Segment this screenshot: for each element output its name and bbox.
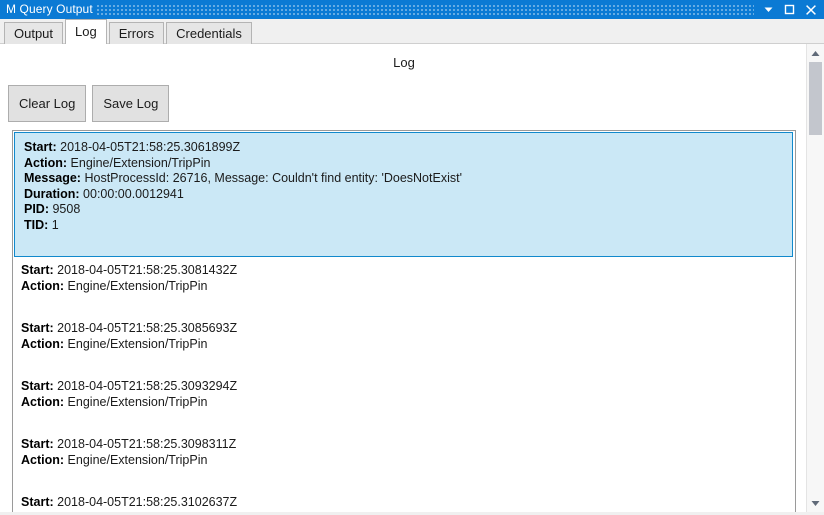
log-field-value: 00:00:00.0012941: [83, 186, 184, 201]
log-field-label: Action:: [21, 452, 65, 467]
log-field-value: Engine/Extension/TripPin: [67, 452, 208, 467]
log-field-start: Start: 2018-04-05T21:58:25.3098311Z: [21, 437, 787, 453]
log-field-tid: TID: 1: [24, 218, 784, 234]
tab-bar: Output Log Errors Credentials: [0, 19, 824, 44]
log-field-value: Engine/Extension/TripPin: [70, 155, 211, 170]
log-field-start: Start: 2018-04-05T21:58:25.3093294Z: [21, 379, 787, 395]
log-field-value: 1: [51, 217, 59, 232]
log-field-value: Engine/Extension/TripPin: [67, 336, 208, 351]
log-field-action: Action: Engine/Extension/TripPin: [21, 279, 787, 295]
clear-log-button[interactable]: Clear Log: [8, 85, 87, 122]
log-field-action: Action: Engine/Extension/TripPin: [21, 395, 787, 411]
m-query-output-window: M Query Output Output Log Errors Credent…: [0, 0, 824, 515]
log-field-value: Engine/Extension/TripPin: [67, 394, 208, 409]
scroll-down-icon[interactable]: [807, 494, 824, 512]
save-log-button[interactable]: Save Log: [92, 85, 170, 122]
log-field-value: 2018-04-05T21:58:25.3061899Z: [60, 140, 241, 154]
list-item[interactable]: Start: 2018-04-05T21:58:25.3098311Z Acti…: [13, 431, 795, 489]
entry-spacer: [21, 468, 787, 482]
log-field-action: Action: Engine/Extension/TripPin: [24, 156, 784, 172]
scroll-up-icon[interactable]: [807, 44, 824, 62]
log-field-start: Start: 2018-04-05T21:58:25.3102637Z: [21, 495, 787, 511]
list-item[interactable]: Start: 2018-04-05T21:58:25.3085693Z Acti…: [13, 315, 795, 373]
log-list-inner: Start: 2018-04-05T21:58:25.3061899Z Acti…: [13, 131, 795, 515]
log-field-label: TID:: [24, 217, 49, 232]
vertical-scrollbar[interactable]: [806, 44, 824, 515]
log-field-value: Engine/Extension/TripPin: [67, 278, 208, 293]
log-field-value: 2018-04-05T21:58:25.3081432Z: [57, 263, 238, 277]
log-field-start: Start: 2018-04-05T21:58:25.3061899Z: [24, 140, 784, 156]
log-field-label: Start:: [24, 140, 57, 154]
window-titlebar[interactable]: M Query Output: [0, 0, 824, 19]
entry-spacer: [21, 294, 787, 308]
log-field-value: HostProcessId: 26716, Message: Couldn't …: [84, 171, 462, 185]
tab-log[interactable]: Log: [65, 19, 107, 44]
maximize-icon[interactable]: [779, 0, 800, 19]
window-title: M Query Output: [6, 2, 93, 16]
log-field-pid: PID: 9508: [24, 202, 784, 218]
log-field-value: 2018-04-05T21:58:25.3085693Z: [57, 321, 238, 335]
log-field-duration: Duration: 00:00:00.0012941: [24, 187, 784, 203]
log-field-label: Start:: [21, 495, 54, 509]
log-field-label: Action:: [21, 336, 65, 351]
entry-spacer: [24, 233, 784, 247]
log-field-label: PID:: [24, 202, 49, 216]
log-field-label: Duration:: [24, 186, 80, 201]
log-field-label: Start:: [21, 321, 54, 335]
page-title: Log: [393, 55, 415, 70]
log-field-label: Start:: [21, 437, 54, 451]
log-panel: Log Clear Log Save Log Start: 2018-04-05…: [0, 44, 824, 515]
titlebar-button-group: [758, 0, 821, 19]
tab-errors[interactable]: Errors: [108, 22, 165, 44]
log-field-label: Action:: [21, 278, 65, 293]
list-item[interactable]: Start: 2018-04-05T21:58:25.3061899Z Acti…: [14, 132, 793, 257]
log-field-action: Action: Engine/Extension/TripPin: [21, 453, 787, 469]
log-field-label: Start:: [21, 379, 54, 393]
entry-spacer: [21, 352, 787, 366]
list-item[interactable]: Start: 2018-04-05T21:58:25.3081432Z Acti…: [13, 257, 795, 315]
list-item[interactable]: Start: 2018-04-05T21:58:25.3093294Z Acti…: [13, 373, 795, 431]
log-field-label: Action:: [24, 155, 68, 170]
log-field-label: Start:: [21, 263, 54, 277]
chevron-down-icon[interactable]: [758, 0, 779, 19]
entry-spacer: [21, 410, 787, 424]
scrollbar-thumb[interactable]: [809, 62, 822, 135]
close-icon[interactable]: [800, 0, 821, 19]
log-toolbar: Clear Log Save Log: [8, 85, 170, 122]
log-field-value: 2018-04-05T21:58:25.3098311Z: [57, 437, 237, 451]
log-field-message: Message: HostProcessId: 26716, Message: …: [24, 171, 784, 187]
titlebar-grip: [96, 4, 754, 15]
log-field-label: Message:: [24, 171, 81, 185]
log-field-start: Start: 2018-04-05T21:58:25.3085693Z: [21, 321, 787, 337]
log-field-start: Start: 2018-04-05T21:58:25.3081432Z: [21, 263, 787, 279]
log-field-value: 2018-04-05T21:58:25.3093294Z: [57, 379, 238, 393]
tab-output[interactable]: Output: [4, 22, 64, 44]
log-list[interactable]: Start: 2018-04-05T21:58:25.3061899Z Acti…: [12, 130, 796, 515]
tab-credentials[interactable]: Credentials: [166, 22, 252, 44]
log-field-value: 2018-04-05T21:58:25.3102637Z: [57, 495, 238, 509]
log-field-label: Action:: [21, 394, 65, 409]
log-field-value: 9508: [52, 202, 81, 216]
log-field-action: Action: Engine/Extension/TripPin: [21, 337, 787, 353]
